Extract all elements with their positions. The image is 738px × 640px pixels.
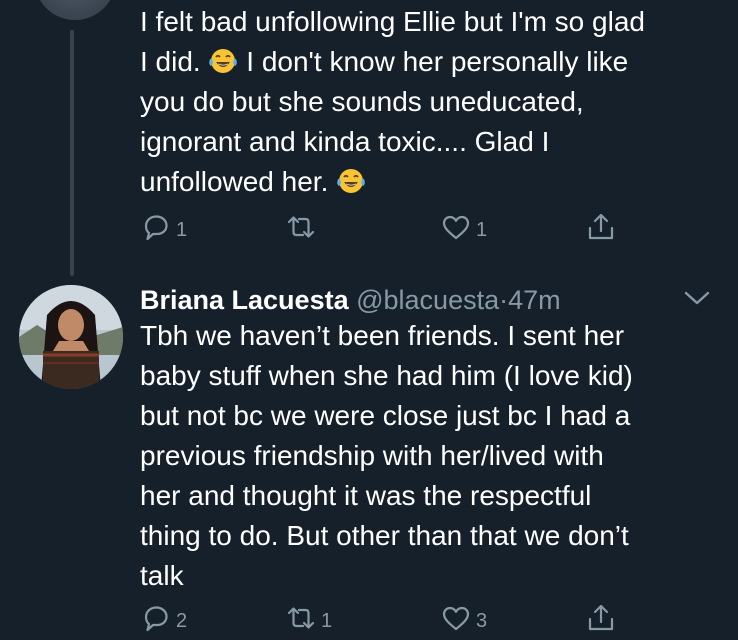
share-icon bbox=[585, 602, 617, 640]
reply-icon bbox=[140, 602, 172, 640]
display-name[interactable]: Briana Lacuesta bbox=[140, 285, 349, 315]
tweet-1-actions: 1 1 bbox=[140, 211, 640, 245]
share-button[interactable] bbox=[585, 211, 617, 249]
retweet-count: 1 bbox=[321, 609, 333, 632]
retweet-icon bbox=[285, 602, 317, 640]
share-icon bbox=[585, 211, 617, 249]
laughing-tears-emoji-icon bbox=[336, 166, 366, 194]
tweet-2-header: Briana Lacuesta @blacuesta·47m bbox=[140, 282, 561, 318]
retweet-button[interactable] bbox=[285, 211, 321, 249]
like-count: 1 bbox=[476, 218, 488, 241]
heart-icon bbox=[440, 211, 472, 249]
reply-count: 1 bbox=[176, 218, 188, 241]
tweet-2-text: Tbh we haven’t been friends. I sent her … bbox=[140, 320, 633, 591]
avatar-previous-user[interactable] bbox=[34, 0, 116, 20]
reply-button[interactable]: 2 bbox=[140, 602, 187, 640]
user-handle[interactable]: @blacuesta bbox=[356, 285, 499, 315]
laughing-tears-emoji-icon bbox=[208, 46, 238, 74]
reply-button[interactable]: 1 bbox=[140, 211, 187, 249]
retweet-button[interactable]: 1 bbox=[285, 602, 332, 640]
like-button[interactable]: 3 bbox=[440, 602, 487, 640]
share-button[interactable] bbox=[585, 602, 617, 640]
tweet-1-text: I felt bad unfollowing Ellie but I'm so … bbox=[140, 2, 715, 202]
tweet-2-actions: 2 1 3 bbox=[140, 602, 640, 636]
tweet-timestamp[interactable]: 47m bbox=[508, 285, 561, 315]
separator-dot: · bbox=[499, 285, 509, 315]
like-count: 3 bbox=[476, 609, 488, 632]
reply-count: 2 bbox=[176, 609, 188, 632]
like-button[interactable]: 1 bbox=[440, 211, 487, 249]
retweet-icon bbox=[285, 211, 317, 249]
heart-icon bbox=[440, 602, 472, 640]
thread-connector-line bbox=[70, 30, 74, 276]
avatar-briana-lacuesta[interactable] bbox=[19, 285, 123, 389]
reply-icon bbox=[140, 211, 172, 249]
chevron-down-icon[interactable] bbox=[682, 286, 712, 310]
